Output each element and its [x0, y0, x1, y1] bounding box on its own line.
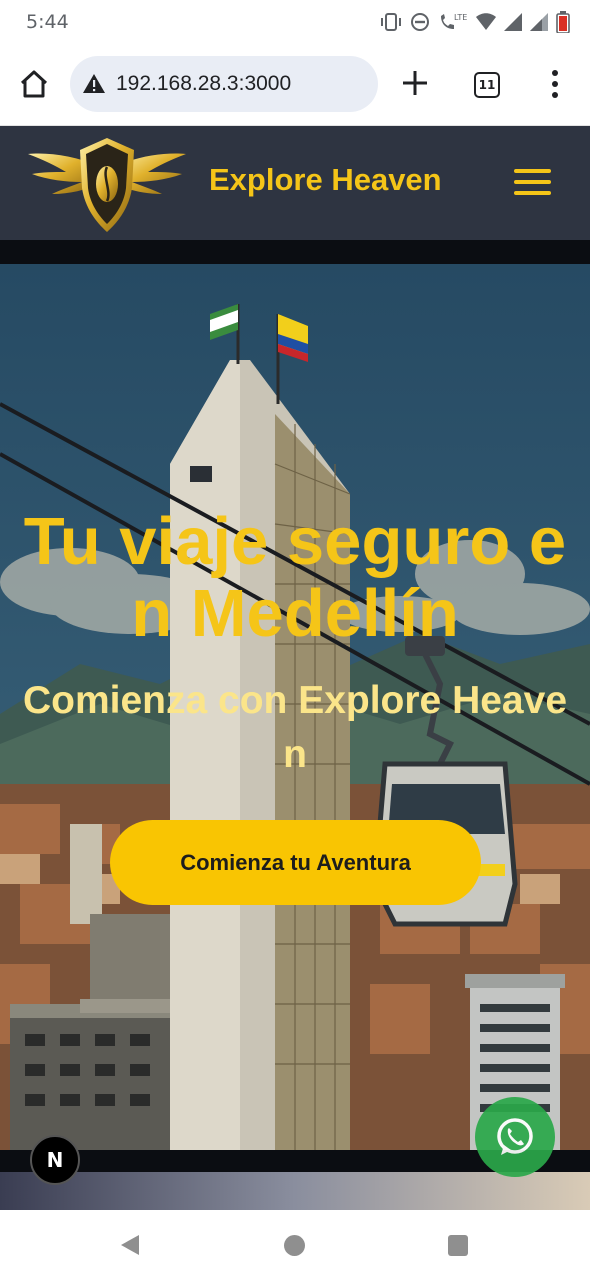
whatsapp-icon	[497, 1118, 533, 1155]
hero-subtitle: Comienza con Explore Heaven	[22, 679, 568, 776]
dnd-icon	[411, 13, 429, 31]
hero-section: Tu viaje seguro en Medellín Comienza con…	[0, 264, 590, 1150]
hamburger-icon[interactable]	[514, 169, 551, 196]
browser-toolbar: 192.168.28.3:3000 11	[0, 44, 590, 126]
status-icons: LTE	[380, 10, 570, 34]
header-divider	[0, 240, 590, 264]
back-icon[interactable]	[119, 1233, 141, 1257]
vibrate-icon	[381, 13, 401, 31]
nextjs-dev-badge[interactable]: N	[30, 1135, 80, 1185]
next-section-preview	[0, 1172, 590, 1210]
battery-icon	[556, 11, 570, 33]
more-vert-icon[interactable]	[546, 68, 564, 100]
wifi-icon	[476, 13, 496, 30]
system-nav-bar	[0, 1210, 590, 1280]
home-icon[interactable]	[18, 68, 50, 100]
brand-logo[interactable]	[26, 136, 188, 234]
brand-name[interactable]: Explore Heaven	[209, 162, 442, 198]
whatsapp-button[interactable]	[475, 1097, 555, 1177]
signal-icon	[504, 13, 522, 31]
plus-icon[interactable]	[400, 68, 430, 98]
screen: 5:44 LTE 192.168.28.3:3000 11 Explore He…	[0, 0, 590, 1280]
home-nav-icon[interactable]	[284, 1235, 305, 1256]
status-time: 5:44	[26, 11, 69, 33]
recents-icon[interactable]	[448, 1235, 468, 1256]
tabs-icon[interactable]: 11	[474, 72, 500, 98]
lte-label: LTE	[454, 13, 467, 22]
start-adventure-button[interactable]: Comienza tu Aventura	[110, 820, 481, 905]
call-lte-icon: LTE	[441, 13, 467, 29]
site-header: Explore Heaven	[0, 126, 590, 240]
warning-icon[interactable]	[82, 72, 106, 96]
status-bar: 5:44 LTE	[0, 0, 590, 44]
signal-2-icon	[530, 13, 548, 31]
address-bar[interactable]: 192.168.28.3:3000	[70, 56, 378, 112]
url-text[interactable]: 192.168.28.3:3000	[116, 72, 291, 96]
hero-title: Tu viaje seguro en Medellín	[23, 504, 567, 651]
